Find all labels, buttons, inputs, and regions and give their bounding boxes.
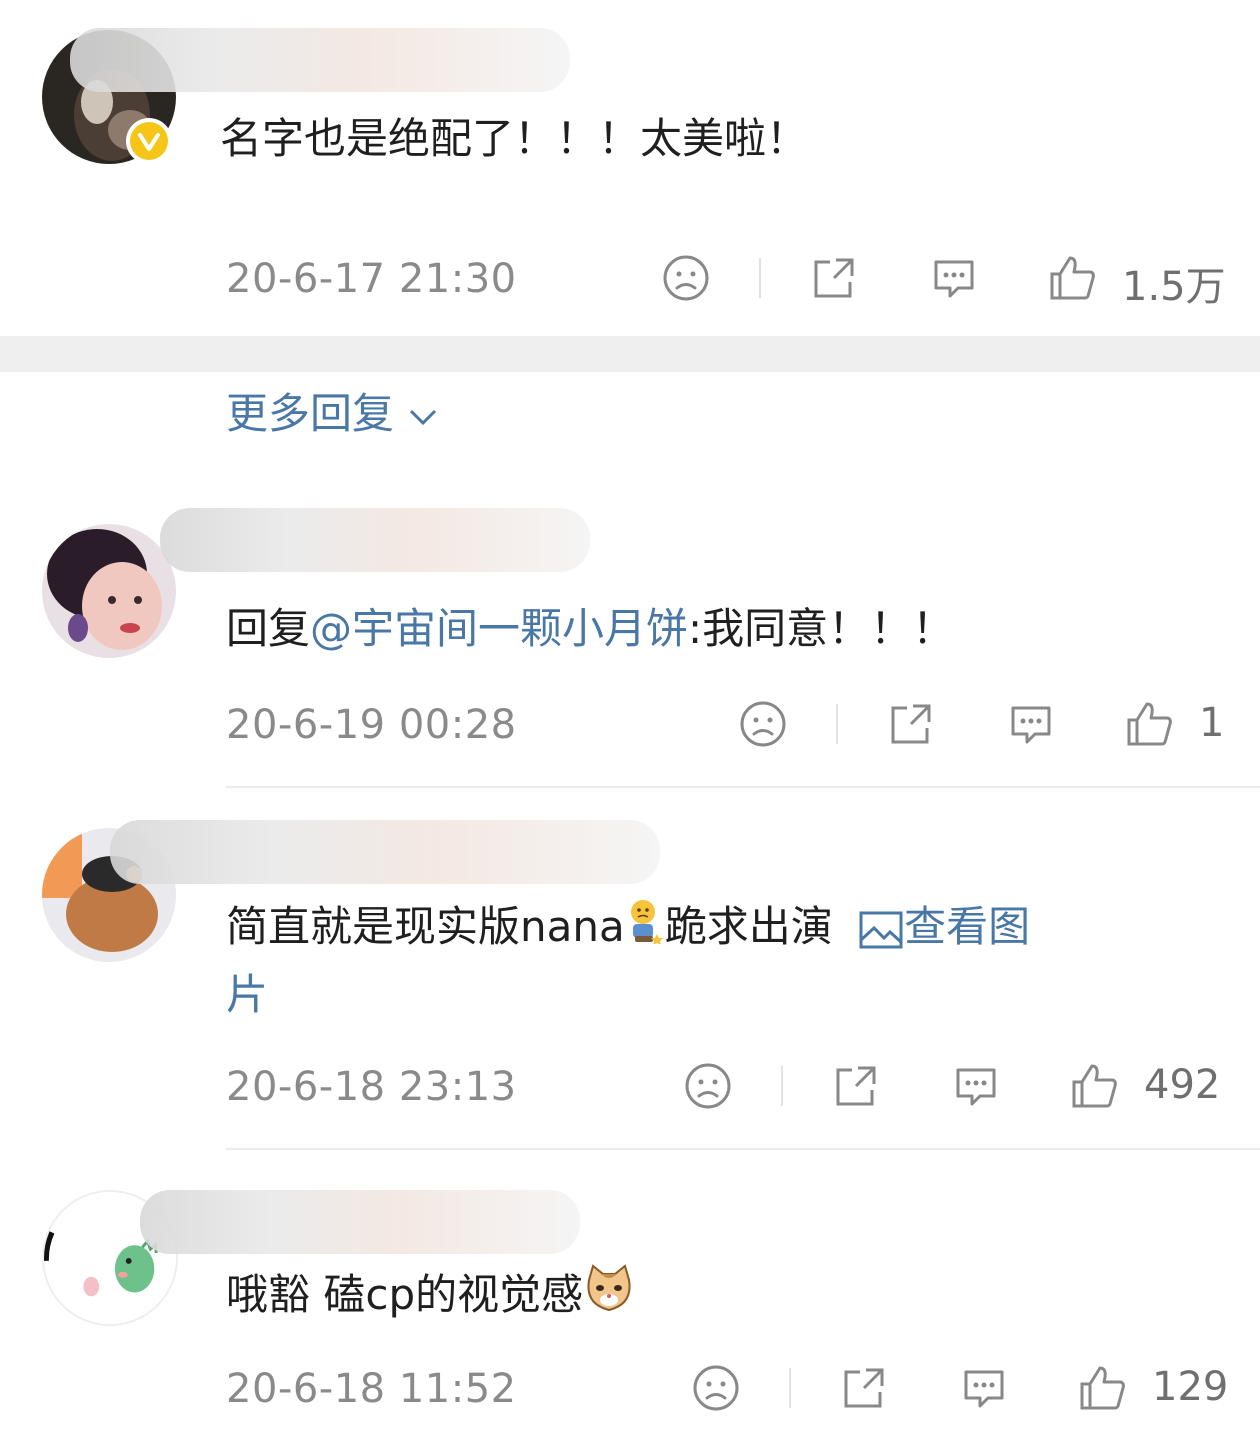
share-icon[interactable] <box>830 1060 882 1112</box>
separator <box>836 704 838 744</box>
comment-text-after-emoji: 跪求出演 <box>664 902 833 951</box>
comment-text-main: 哦豁 磕cp的视觉感 <box>226 1270 584 1319</box>
username-blurred[interactable] <box>110 820 660 884</box>
thumb-up-icon[interactable] <box>1123 698 1175 750</box>
mention-link[interactable]: @宇宙间一颗小月饼 <box>310 604 688 653</box>
comment-icon[interactable] <box>950 1060 1002 1112</box>
kneel-emoji-icon <box>625 897 665 963</box>
chevron-down-icon <box>410 409 437 425</box>
comment-actions: 1 <box>737 698 1260 754</box>
share-icon[interactable] <box>885 698 937 750</box>
like-count: 1.5万 <box>1122 264 1226 310</box>
comment-text: 哦豁 磕cp的视觉感 <box>226 1262 635 1333</box>
reply-text: :我同意！！！ <box>688 604 955 653</box>
comment-actions: 129 <box>690 1362 1260 1418</box>
view-image-label: 查看图 <box>904 902 1031 951</box>
comment-1: 名字也是绝配了！！！太美啦！ 20-6-17 21:30 1.5万 <box>0 0 1260 336</box>
comment-actions: 1.5万 <box>660 252 1260 310</box>
timestamp: 20-6-17 21:30 <box>226 256 517 302</box>
thumb-up-icon[interactable] <box>1068 1060 1120 1112</box>
divider <box>226 786 1260 788</box>
comment-4: 哦豁 磕cp的视觉感 20-6-18 11:52 129 <box>0 1160 1260 1452</box>
timestamp: 20-6-18 11:52 <box>226 1366 517 1412</box>
comment-2: 回复@宇宙间一颗小月饼:我同意！！！ 20-6-19 00:28 1 <box>0 500 1260 788</box>
comment-icon[interactable] <box>958 1362 1010 1414</box>
more-replies-link[interactable]: 更多回复 <box>226 380 439 441</box>
like-count: 492 <box>1144 1062 1221 1108</box>
cat-emoji-icon <box>583 1262 635 1333</box>
comment-text: 名字也是绝配了！！！太美啦！ <box>220 114 809 163</box>
username-blurred[interactable] <box>70 28 570 92</box>
comment-text-main: 简直就是现实版nana <box>226 902 625 951</box>
like-count: 129 <box>1152 1364 1229 1410</box>
sad-face-icon[interactable] <box>660 252 712 304</box>
section-divider <box>0 336 1260 372</box>
timestamp: 20-6-19 00:28 <box>226 702 517 748</box>
username-blurred[interactable] <box>160 508 590 572</box>
comment-text: 回复@宇宙间一颗小月饼:我同意！！！ <box>226 596 954 662</box>
comment-actions: 492 <box>682 1060 1260 1116</box>
comment-icon[interactable] <box>928 252 980 304</box>
image-link-icon <box>859 911 903 948</box>
separator <box>789 1368 791 1408</box>
like-count: 1 <box>1199 700 1225 746</box>
thumb-up-icon[interactable] <box>1076 1362 1128 1414</box>
thumb-up-icon[interactable] <box>1046 252 1098 304</box>
sad-face-icon[interactable] <box>690 1362 742 1414</box>
comment-icon[interactable] <box>1005 698 1057 750</box>
avatar[interactable] <box>42 524 176 658</box>
view-image-label-wrap[interactable]: 片 <box>226 962 268 1028</box>
verified-badge-icon <box>126 118 172 164</box>
comment-3: 简直就是现实版nana 跪求出演 查看图 片 20-6-18 23:13 492 <box>0 800 1260 1150</box>
view-image-link[interactable]: 查看图 <box>858 902 1030 951</box>
divider <box>226 1148 1260 1150</box>
sad-face-icon[interactable] <box>682 1060 734 1112</box>
comment-text: 简直就是现实版nana 跪求出演 查看图 <box>226 894 1030 963</box>
timestamp: 20-6-18 23:13 <box>226 1064 517 1110</box>
share-icon[interactable] <box>838 1362 890 1414</box>
more-replies-label: 更多回复 <box>226 389 395 438</box>
username-blurred[interactable] <box>140 1190 580 1254</box>
share-icon[interactable] <box>808 252 860 304</box>
reply-prefix: 回复 <box>226 604 311 653</box>
separator <box>781 1066 783 1106</box>
sad-face-icon[interactable] <box>737 698 789 750</box>
separator <box>759 258 761 298</box>
